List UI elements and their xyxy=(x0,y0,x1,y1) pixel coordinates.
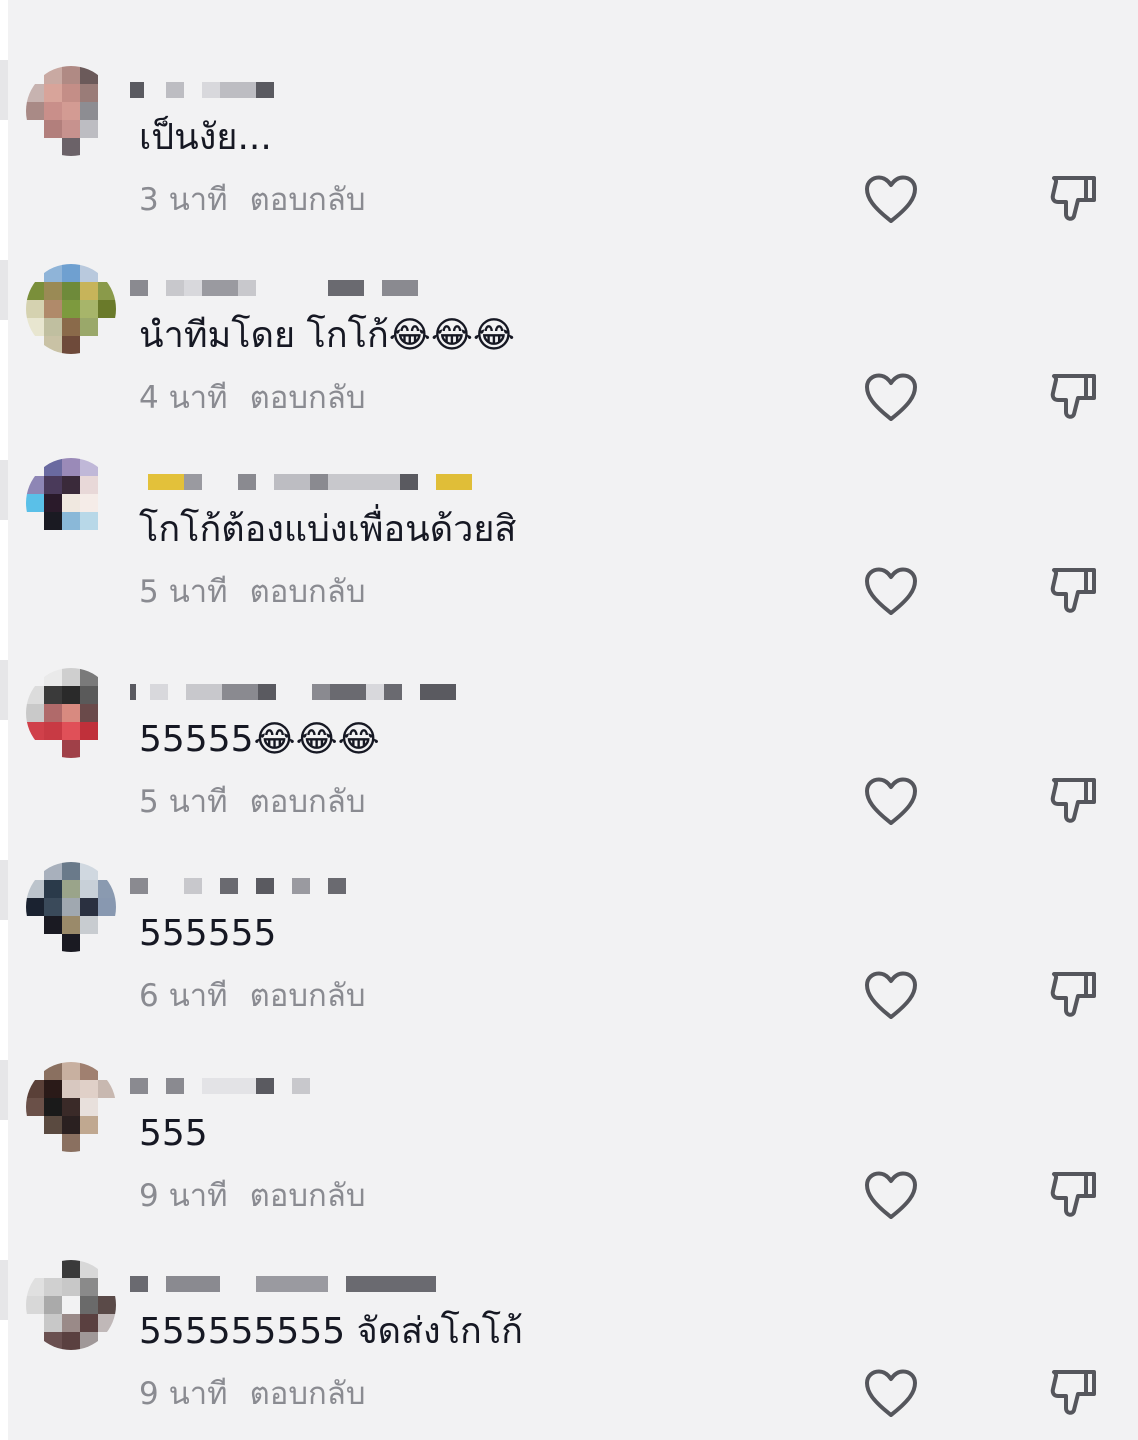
thumbs-down-icon[interactable] xyxy=(1048,1166,1102,1220)
reply-button[interactable]: ตอบกลับ xyxy=(250,1178,366,1214)
comment-item: 555555 6 นาที ตอบกลับ xyxy=(0,862,1138,1062)
heart-icon[interactable] xyxy=(863,174,919,226)
username-censored[interactable] xyxy=(130,1076,310,1096)
comment-item: 555555555 จัดส่งโกโก้ 9 นาที ตอบกลับ xyxy=(0,1260,1138,1440)
comment-meta: 4 นาที ตอบกลับ xyxy=(139,376,366,420)
reply-button[interactable]: ตอบกลับ xyxy=(250,978,366,1014)
comment-meta: 3 นาที ตอบกลับ xyxy=(139,178,366,222)
comment-meta: 5 นาที ตอบกลับ xyxy=(139,570,366,614)
avatar[interactable] xyxy=(26,1260,116,1350)
comment-item: 555 9 นาที ตอบกลับ xyxy=(0,1062,1138,1262)
username-censored[interactable] xyxy=(130,80,274,100)
comment-timestamp: 3 นาที xyxy=(139,182,228,218)
username-censored[interactable] xyxy=(130,472,472,492)
comment-text: โกโก้ต้องแบ่งเพื่อนด้วยสิ xyxy=(139,509,517,550)
avatar[interactable] xyxy=(26,1062,116,1152)
reply-button[interactable]: ตอบกลับ xyxy=(250,380,366,416)
reply-button[interactable]: ตอบกลับ xyxy=(250,1376,366,1412)
thumbs-down-icon[interactable] xyxy=(1048,170,1102,224)
thumbs-down-icon[interactable] xyxy=(1048,1364,1102,1418)
heart-icon[interactable] xyxy=(863,776,919,828)
comment-timestamp: 9 นาที xyxy=(139,1178,228,1214)
reply-button[interactable]: ตอบกลับ xyxy=(250,574,366,610)
comment-meta: 5 นาที ตอบกลับ xyxy=(139,780,366,824)
comment-meta: 9 นาที ตอบกลับ xyxy=(139,1372,366,1416)
comment-item: โกโก้ต้องแบ่งเพื่อนด้วยสิ 5 นาที ตอบกลับ xyxy=(0,458,1138,658)
comment-text: 555 xyxy=(139,1113,208,1154)
username-censored[interactable] xyxy=(130,278,418,298)
heart-icon[interactable] xyxy=(863,372,919,424)
username-censored[interactable] xyxy=(130,1274,436,1294)
thumbs-down-icon[interactable] xyxy=(1048,966,1102,1020)
comment-item: 55555😂😂😂 5 นาที ตอบกลับ xyxy=(0,668,1138,868)
comment-item: นำทีมโดย โกโก้😂😂😂 4 นาที ตอบกลับ xyxy=(0,264,1138,464)
avatar[interactable] xyxy=(26,264,116,354)
thumbs-down-icon[interactable] xyxy=(1048,772,1102,826)
comment-timestamp: 5 นาที xyxy=(139,574,228,610)
comment-text: เป็นงัย... xyxy=(139,117,272,158)
comment-text: 55555😂😂😂 xyxy=(139,719,380,760)
heart-icon[interactable] xyxy=(863,566,919,618)
avatar[interactable] xyxy=(26,862,116,952)
username-censored[interactable] xyxy=(130,682,456,702)
username-censored[interactable] xyxy=(130,876,346,896)
reply-button[interactable]: ตอบกลับ xyxy=(250,784,366,820)
heart-icon[interactable] xyxy=(863,1368,919,1420)
comment-timestamp: 4 นาที xyxy=(139,380,228,416)
comment-text: 555555 xyxy=(139,913,277,954)
thumbs-down-icon[interactable] xyxy=(1048,562,1102,616)
avatar[interactable] xyxy=(26,668,116,758)
comment-timestamp: 6 นาที xyxy=(139,978,228,1014)
comment-timestamp: 5 นาที xyxy=(139,784,228,820)
comment-text: นำทีมโดย โกโก้😂😂😂 xyxy=(139,315,515,356)
comment-timestamp: 9 นาที xyxy=(139,1376,228,1412)
comment-item: เป็นงัย... 3 นาที ตอบกลับ xyxy=(0,66,1138,266)
avatar[interactable] xyxy=(26,66,116,156)
heart-icon[interactable] xyxy=(863,1170,919,1222)
comment-text: 555555555 จัดส่งโกโก้ xyxy=(139,1311,523,1352)
reply-button[interactable]: ตอบกลับ xyxy=(250,182,366,218)
thumbs-down-icon[interactable] xyxy=(1048,368,1102,422)
comment-meta: 6 นาที ตอบกลับ xyxy=(139,974,366,1018)
heart-icon[interactable] xyxy=(863,970,919,1022)
comment-meta: 9 นาที ตอบกลับ xyxy=(139,1174,366,1218)
avatar[interactable] xyxy=(26,458,116,548)
